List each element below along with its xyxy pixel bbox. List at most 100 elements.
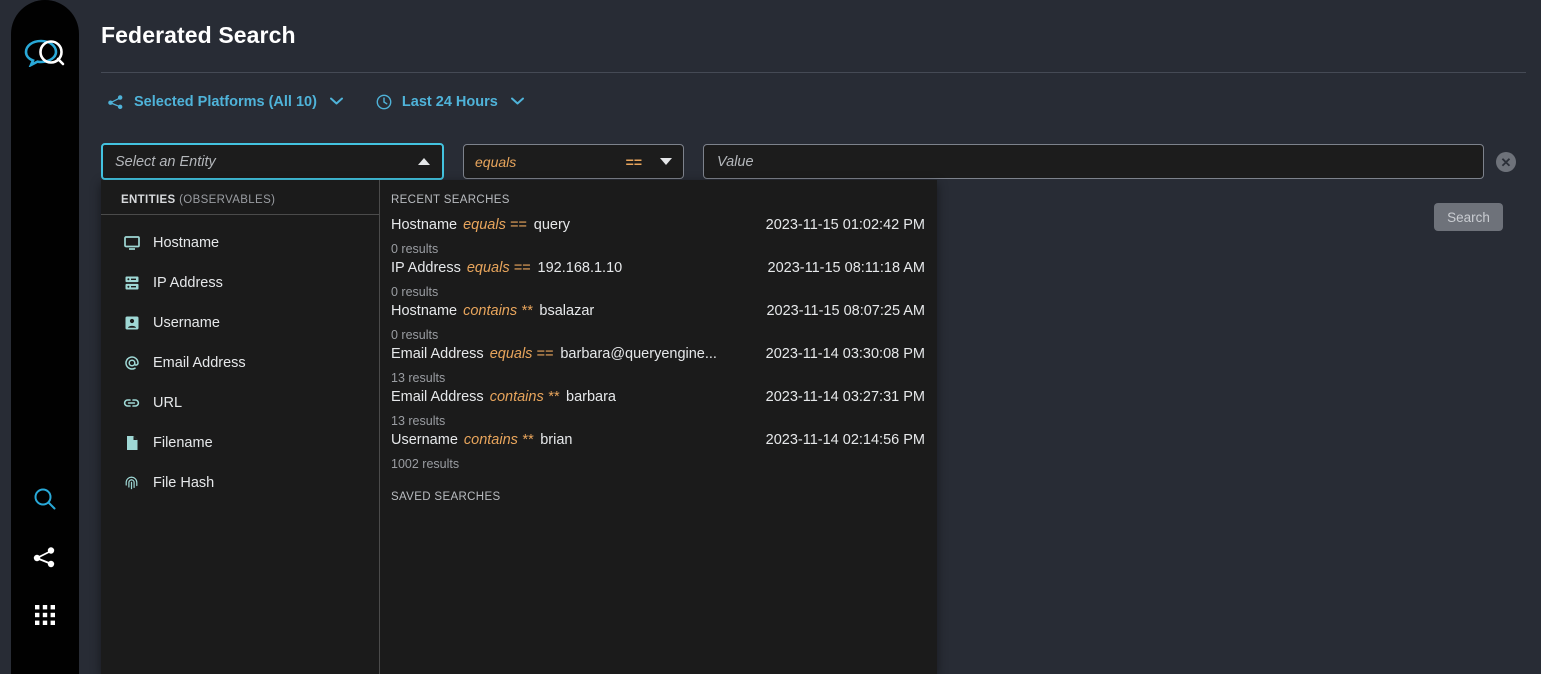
entity-select[interactable]: Select an Entity — [101, 143, 444, 180]
recent-timestamp: 2023-11-15 08:11:18 AM — [758, 260, 925, 276]
rail-item-search[interactable] — [30, 484, 60, 514]
search-button[interactable]: Search — [1434, 203, 1503, 231]
recent-search-item[interactable]: Hostname contains ** bsalazar 2023-11-15… — [391, 301, 925, 344]
search-icon — [32, 486, 58, 512]
entity-list-column: ENTITIES (OBSERVABLES) Hostname IP Addre… — [101, 180, 380, 674]
operator-symbol: == — [626, 154, 642, 170]
rail-item-connections[interactable] — [30, 542, 60, 572]
platforms-filter[interactable]: Selected Platforms (All 10) — [105, 90, 345, 114]
entity-option-label: Email Address — [153, 355, 246, 371]
entity-option-email-address[interactable]: Email Address — [101, 343, 379, 383]
entity-option-url[interactable]: URL — [101, 383, 379, 423]
recent-symbol: == — [510, 217, 527, 233]
operator-select[interactable]: equals == — [463, 144, 684, 179]
recent-value: query — [534, 217, 570, 233]
entity-option-file-hash[interactable]: File Hash — [101, 463, 379, 503]
recent-result-count: 0 results — [391, 327, 925, 344]
fingerprint-icon — [123, 475, 140, 492]
recent-symbol: ** — [548, 389, 559, 405]
recent-result-count: 1002 results — [391, 456, 925, 473]
grid-apps-icon — [32, 602, 58, 628]
entity-option-label: Username — [153, 315, 220, 331]
recent-symbol: ** — [521, 303, 532, 319]
recent-symbol: == — [514, 260, 531, 276]
recent-operator: contains — [464, 432, 518, 448]
entity-option-label: Filename — [153, 435, 213, 451]
recent-operator: contains — [463, 303, 517, 319]
entity-option-filename[interactable]: Filename — [101, 423, 379, 463]
recent-entity: Email Address — [391, 389, 484, 405]
entity-option-hostname[interactable]: Hostname — [101, 223, 379, 263]
recent-searches-list: Hostname equals == query 2023-11-15 01:0… — [380, 215, 937, 473]
entity-option-label: Hostname — [153, 235, 219, 251]
entity-option-ip-address[interactable]: IP Address — [101, 263, 379, 303]
recent-search-item[interactable]: Email Address contains ** barbara 2023-1… — [391, 387, 925, 430]
recent-search-item[interactable]: Username contains ** brian 2023-11-14 02… — [391, 430, 925, 473]
recent-result-count: 0 results — [391, 241, 925, 258]
recent-value: 192.168.1.10 — [538, 260, 623, 276]
value-input[interactable] — [703, 144, 1484, 179]
operator-label: equals — [475, 154, 626, 170]
recent-searches-column: RECENT SEARCHES Hostname equals == query… — [380, 180, 937, 674]
left-rail — [0, 0, 90, 674]
recent-result-count: 13 results — [391, 370, 925, 387]
recent-operator: contains — [490, 389, 544, 405]
header-divider — [101, 72, 1526, 73]
recent-timestamp: 2023-11-15 08:07:25 AM — [756, 303, 925, 319]
recent-operator: equals — [467, 260, 510, 276]
chevron-down-icon — [330, 96, 343, 108]
time-range-filter[interactable]: Last 24 Hours — [373, 90, 526, 114]
entity-option-label: URL — [153, 395, 182, 411]
entity-list: Hostname IP Address Username — [101, 215, 379, 503]
user-badge-icon — [123, 315, 140, 332]
rail-item-apps[interactable] — [30, 600, 60, 630]
recent-entity: Username — [391, 432, 458, 448]
recent-result-count: 0 results — [391, 284, 925, 301]
recent-entity: Hostname — [391, 303, 457, 319]
entities-header: ENTITIES (OBSERVABLES) — [101, 180, 379, 215]
at-sign-icon — [123, 355, 140, 372]
recent-symbol: ** — [522, 432, 533, 448]
share-nodes-icon — [32, 544, 58, 570]
recent-entity: Email Address — [391, 346, 484, 362]
entity-option-label: IP Address — [153, 275, 223, 291]
recent-entity: IP Address — [391, 260, 461, 276]
entity-dropdown-panel: ENTITIES (OBSERVABLES) Hostname IP Addre… — [101, 180, 937, 674]
share-nodes-icon — [107, 93, 125, 111]
recent-timestamp: 2023-11-14 03:30:08 PM — [756, 346, 925, 362]
entity-option-label: File Hash — [153, 475, 214, 491]
recent-value: brian — [540, 432, 572, 448]
recent-entity: Hostname — [391, 217, 457, 233]
recent-operator: equals — [463, 217, 506, 233]
federated-search-page: Federated Search Selected Platforms (All… — [0, 0, 1541, 674]
recent-timestamp: 2023-11-14 02:14:56 PM — [756, 432, 925, 448]
recent-search-item[interactable]: IP Address equals == 192.168.1.10 2023-1… — [391, 258, 925, 301]
queryai-logo-icon[interactable] — [11, 26, 79, 78]
recent-symbol: == — [536, 346, 553, 362]
entities-header-muted: (OBSERVABLES) — [176, 194, 276, 206]
recent-search-item[interactable]: Email Address equals == barbara@queryeng… — [391, 344, 925, 387]
chevron-up-icon — [418, 158, 430, 165]
clock-icon — [375, 93, 393, 111]
recent-search-item[interactable]: Hostname equals == query 2023-11-15 01:0… — [391, 215, 925, 258]
chevron-down-icon — [660, 158, 672, 165]
page-title: Federated Search — [101, 22, 296, 49]
entities-header-bold: ENTITIES — [121, 194, 176, 206]
server-icon — [123, 275, 140, 292]
recent-value: barbara — [566, 389, 616, 405]
recent-value: bsalazar — [539, 303, 594, 319]
filter-bar: Selected Platforms (All 10) Last 24 Hour… — [105, 90, 526, 114]
recent-result-count: 13 results — [391, 413, 925, 430]
recent-timestamp: 2023-11-14 03:27:31 PM — [756, 389, 925, 405]
chevron-down-icon — [511, 96, 524, 108]
time-range-filter-label: Last 24 Hours — [402, 94, 498, 110]
recent-value: barbara@queryengine... — [560, 346, 717, 362]
recent-operator: equals — [490, 346, 533, 362]
platforms-filter-label: Selected Platforms (All 10) — [134, 94, 317, 110]
clear-query-button[interactable]: ✕ — [1496, 152, 1516, 172]
entity-option-username[interactable]: Username — [101, 303, 379, 343]
recent-timestamp: 2023-11-15 01:02:42 PM — [756, 217, 925, 233]
recent-searches-header: RECENT SEARCHES — [380, 180, 937, 215]
link-icon — [123, 395, 140, 412]
file-icon — [123, 435, 140, 452]
